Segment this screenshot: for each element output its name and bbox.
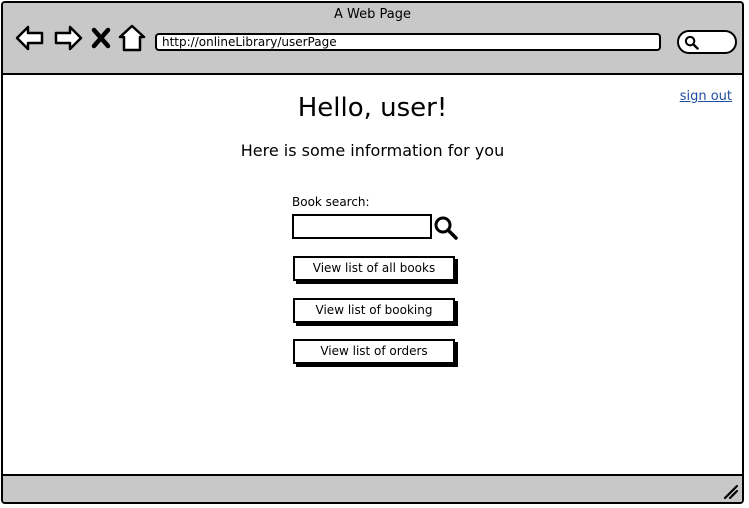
view-booking-button[interactable]: View list of booking — [293, 298, 455, 323]
book-search-input[interactable] — [292, 214, 432, 239]
browser-search-box[interactable] — [677, 30, 737, 54]
view-all-books-button[interactable]: View list of all books — [293, 256, 455, 281]
url-bar[interactable]: http://onlineLibrary/userPage — [155, 33, 661, 51]
back-arrow-icon[interactable] — [15, 23, 45, 53]
page-content: sign out Hello, user! Here is some infor… — [3, 75, 742, 476]
status-bar — [3, 474, 742, 502]
window-title: A Web Page — [334, 7, 411, 22]
search-icon — [684, 35, 699, 50]
resize-grip-icon[interactable] — [722, 483, 738, 499]
close-icon[interactable] — [89, 23, 113, 53]
browser-chrome: A Web Page http://onlineLibrary/userPage — [3, 3, 742, 75]
view-orders-button[interactable]: View list of orders — [293, 339, 455, 364]
search-icon[interactable] — [433, 215, 459, 241]
page-title: Hello, user! — [297, 93, 448, 123]
browser-window: A Web Page http://onlineLibrary/userPage… — [1, 1, 744, 504]
home-icon[interactable] — [117, 23, 147, 53]
forward-arrow-icon[interactable] — [53, 23, 83, 53]
book-search-label: Book search: — [292, 195, 370, 209]
page-subtitle: Here is some information for you — [240, 141, 505, 160]
